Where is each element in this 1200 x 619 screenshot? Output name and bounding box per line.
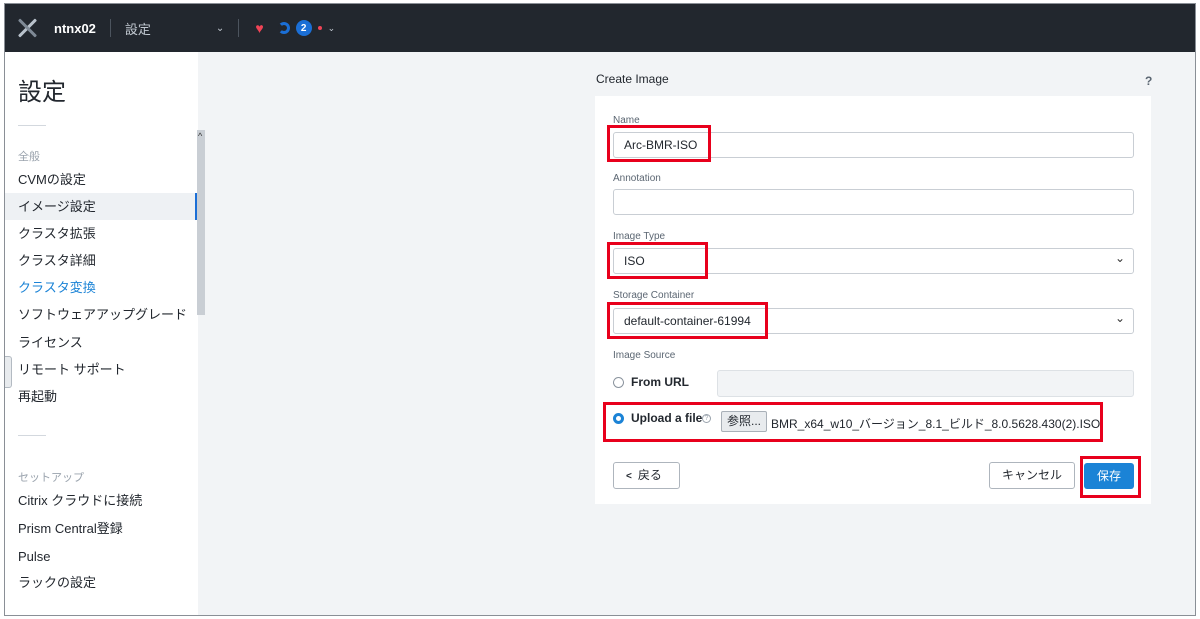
cancel-button[interactable]: キャンセル: [989, 462, 1075, 489]
from-url-label[interactable]: From URL: [631, 375, 689, 389]
browse-button[interactable]: 参照...: [721, 411, 767, 432]
dialog-title: Create Image: [596, 72, 669, 86]
cluster-name[interactable]: ntnx02: [54, 21, 96, 36]
page-title: 設定: [18, 79, 66, 106]
storage-container-select[interactable]: default-container-61994: [613, 306, 1134, 334]
sidebar-item-cluster-convert[interactable]: クラスタ変換: [5, 274, 198, 301]
back-button[interactable]: < 戻る: [613, 462, 680, 489]
section-general: 全般: [18, 151, 40, 163]
image-type-label: Image Type: [613, 231, 666, 242]
sidebar-collapse-handle[interactable]: [5, 356, 12, 388]
nutanix-logo-icon[interactable]: [17, 18, 37, 38]
upload-file-radio[interactable]: [613, 413, 624, 424]
image-type-select[interactable]: ISO: [613, 246, 1134, 274]
top-bar: ntnx02 設定 ⌄ ♥ 2 ⌄: [5, 4, 1195, 52]
chevron-left-icon: <: [626, 471, 632, 482]
chevron-down-icon[interactable]: ⌄: [216, 23, 224, 34]
sidebar-item-cvm-settings[interactable]: CVMの設定: [5, 166, 198, 193]
sidebar-item-license[interactable]: ライセンス: [5, 329, 198, 356]
storage-container-label: Storage Container: [613, 290, 695, 301]
annotation-label: Annotation: [613, 173, 661, 184]
url-input: [717, 370, 1134, 397]
annotation-field[interactable]: [613, 189, 1134, 215]
notification-badge[interactable]: 2: [295, 20, 312, 36]
breadcrumb: 設定: [124, 21, 151, 37]
name-label: Name: [613, 115, 640, 126]
settings-sidebar: 設定 全般 CVMの設定 イメージ設定 クラスタ拡張 クラスタ詳細 クラスタ変換…: [5, 52, 198, 615]
sidebar-item-cluster-details[interactable]: クラスタ詳細: [5, 247, 198, 274]
sidebar-item-citrix-cloud[interactable]: Citrix クラウドに接続: [5, 487, 198, 514]
sidebar-item-cluster-expand[interactable]: クラスタ拡張: [5, 220, 198, 247]
save-button[interactable]: 保存: [1084, 463, 1134, 489]
upload-file-label[interactable]: Upload a file: [631, 411, 702, 425]
alert-dot-icon[interactable]: [317, 26, 322, 30]
back-label: 戻る: [637, 468, 662, 482]
upload-help-icon[interactable]: ?: [702, 414, 711, 423]
storage-container-value: default-container-61994: [624, 314, 751, 328]
sidebar-item-reboot[interactable]: 再起動: [5, 383, 198, 410]
image-type-value: ISO: [624, 254, 645, 268]
divider: [109, 19, 111, 37]
image-source-label: Image Source: [613, 350, 676, 361]
sidebar-item-image-settings[interactable]: イメージ設定: [5, 193, 198, 220]
sidebar-item-prism-central[interactable]: Prism Central登録: [5, 515, 198, 542]
app-window: ntnx02 設定 ⌄ ♥ 2 ⌄ 設定 全般 CVMの設定 イメージ設定 クラ…: [4, 3, 1196, 616]
sidebar-item-pulse[interactable]: Pulse: [5, 543, 198, 570]
help-icon[interactable]: ?: [1145, 74, 1152, 88]
from-url-radio[interactable]: [613, 377, 624, 388]
name-field[interactable]: Arc-BMR-ISO: [613, 132, 1134, 158]
task-progress-icon[interactable]: [277, 22, 290, 34]
scroll-up-icon[interactable]: ^: [198, 131, 202, 141]
health-heart-icon[interactable]: ♥: [255, 20, 263, 36]
create-image-form: Name Arc-BMR-ISO Annotation Image Type I…: [595, 96, 1151, 504]
sidebar-scrollbar[interactable]: [197, 130, 205, 315]
section-setup: セットアップ: [18, 472, 84, 484]
divider: [18, 435, 46, 436]
sidebar-item-software-upgrade[interactable]: ソフトウェアアップグレード: [5, 301, 198, 328]
sidebar-item-rack[interactable]: ラックの設定: [5, 569, 198, 596]
chevron-down-icon[interactable]: ⌄: [328, 23, 336, 34]
selected-file-name: BMR_x64_w10_バージョン_8.1_ビルド_8.0.5628.430(2…: [771, 417, 1101, 431]
divider: [18, 125, 46, 126]
divider: [238, 19, 240, 37]
main-content: Create Image ? Name Arc-BMR-ISO Annotati…: [205, 52, 1195, 615]
sidebar-item-remote-support[interactable]: リモート サポート: [5, 356, 198, 383]
